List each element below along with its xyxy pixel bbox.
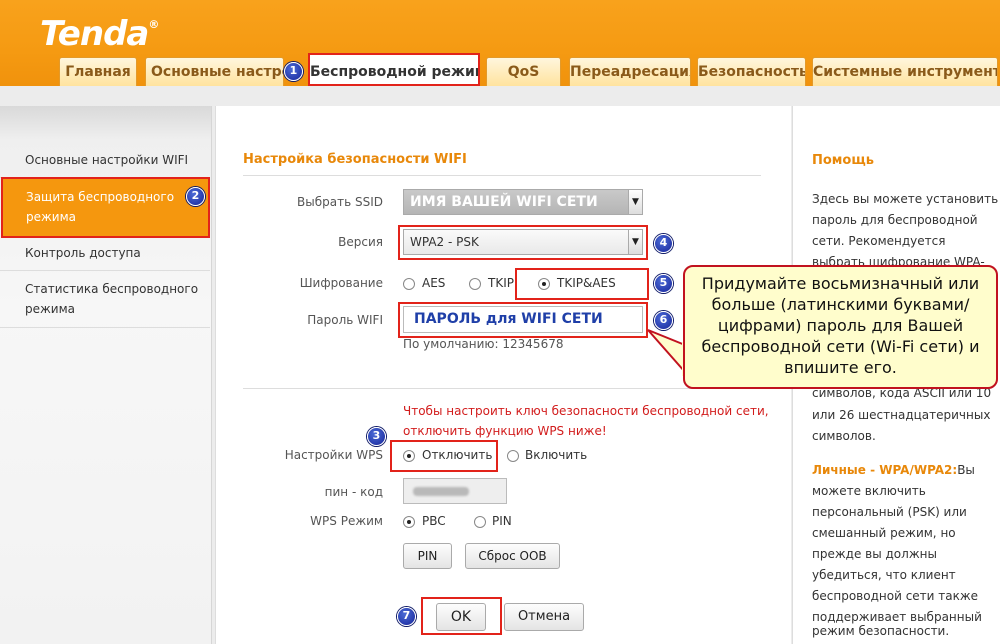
wps-enable-radio[interactable] xyxy=(507,450,519,462)
instruction-callout: Придумайте восьмизначный или больше (лат… xyxy=(683,265,998,389)
cipher-tkip-label: TKIP xyxy=(488,276,514,290)
cipher-tkip-aes-label: TKIP&AES xyxy=(557,276,616,290)
help-text-line: режим безопасности. xyxy=(812,624,950,638)
step-badge-5: 5 xyxy=(654,274,673,293)
help-personal-heading: Личные - WPA/WPA2:Вы xyxy=(812,463,975,477)
cipher-tkip-radio[interactable] xyxy=(469,278,481,290)
wps-settings-label: Настройки WPS xyxy=(284,448,383,462)
help-text-line: беспроводной сети также xyxy=(812,589,979,603)
tab-basic-settings[interactable]: Основные настрой xyxy=(145,57,284,86)
blurred-pin-value xyxy=(413,487,469,496)
help-text-line: символов. xyxy=(812,429,876,443)
version-select[interactable]: WPA2 - PSK ▼ xyxy=(403,229,643,255)
wps-mode-pin-radio[interactable] xyxy=(474,516,486,528)
sidebar-item-basic-wifi[interactable]: Основные настройки WIFI xyxy=(0,142,210,178)
version-label: Версия xyxy=(338,235,383,249)
cipher-tkip-aes-radio[interactable] xyxy=(538,278,550,290)
tenda-logo: Tenda® xyxy=(40,14,159,54)
tab-system-tools[interactable]: Системные инструменты xyxy=(812,57,998,86)
step-badge-2: 2 xyxy=(186,187,205,206)
cipher-aes-radio[interactable] xyxy=(403,278,415,290)
password-label: Пароль WIFI xyxy=(307,313,383,327)
wps-mode-pbc-label: PBC xyxy=(422,514,446,528)
ssid-label: Выбрать SSID xyxy=(297,195,383,209)
section-divider xyxy=(243,175,761,176)
help-text-line: Здесь вы можете установить xyxy=(812,192,999,206)
sidebar-item-access-control[interactable]: Контроль доступа xyxy=(0,238,210,271)
step-badge-7: 7 xyxy=(397,607,416,626)
help-text-line: прежде вы должны xyxy=(812,547,937,561)
password-input[interactable]: ПАРОЛЬ для WIFI СЕТИ xyxy=(403,306,643,333)
sidebar-item-wireless-security[interactable]: Защита беспроводного режима xyxy=(1,177,210,238)
cipher-aes-label: AES xyxy=(422,276,446,290)
wps-disable-label: Отключить xyxy=(422,448,493,462)
ssid-select[interactable]: ИМЯ ВАШЕЙ WIFI СЕТИ ▼ xyxy=(403,189,643,215)
wps-disable-radio[interactable] xyxy=(403,450,415,462)
help-title: Помощь xyxy=(812,153,874,168)
tab-wireless[interactable]: Беспроводной режим xyxy=(308,53,480,86)
pin-code-input[interactable] xyxy=(403,478,507,504)
password-default-hint: По умолчанию: 12345678 xyxy=(403,337,564,351)
tab-qos[interactable]: QoS xyxy=(486,57,561,86)
step-badge-1: 1 xyxy=(284,62,303,81)
step-badge-3: 3 xyxy=(367,427,386,446)
wps-mode-pbc-radio[interactable] xyxy=(403,516,415,528)
wps-warning-line-1: Чтобы настроить ключ безопасности беспро… xyxy=(403,404,769,418)
reset-oob-button[interactable]: Сброс OOB xyxy=(465,543,560,569)
tab-security[interactable]: Безопасность xyxy=(697,57,806,86)
help-text-line: смешанный режим, но xyxy=(812,526,956,540)
chevron-down-icon: ▼ xyxy=(628,190,642,214)
help-text-line: или 26 шестнадцатеричных xyxy=(812,408,991,422)
section-title: Настройка безопасности WIFI xyxy=(243,152,467,167)
wps-mode-pin-label: PIN xyxy=(492,514,512,528)
wps-warning-line-2: отключить функцию WPS ниже! xyxy=(403,424,607,438)
cipher-label: Шифрование xyxy=(299,276,383,290)
wps-enable-label: Включить xyxy=(525,448,588,462)
step-badge-4: 4 xyxy=(654,234,673,253)
help-text-line: персональный (PSK) или xyxy=(812,505,967,519)
wps-mode-label: WPS Режим xyxy=(310,514,383,528)
help-text-line: сети. Рекомендуется xyxy=(812,234,946,248)
help-text-line: убедиться, что клиент xyxy=(812,568,956,582)
tab-home[interactable]: Главная xyxy=(59,57,137,86)
tab-port-forwarding[interactable]: Переадресация xyxy=(569,57,691,86)
pin-code-label: пин - код xyxy=(324,485,383,499)
ok-button[interactable]: OK xyxy=(436,603,486,631)
sidebar-item-wireless-stats[interactable]: Статистика беспроводного режима xyxy=(0,271,210,328)
cancel-button[interactable]: Отмена xyxy=(504,603,584,631)
pin-button[interactable]: PIN xyxy=(403,543,452,569)
help-text-line: пароль для беспроводной xyxy=(812,213,978,227)
chevron-down-icon: ▼ xyxy=(628,230,642,254)
help-text-line: можете включить xyxy=(812,484,926,498)
